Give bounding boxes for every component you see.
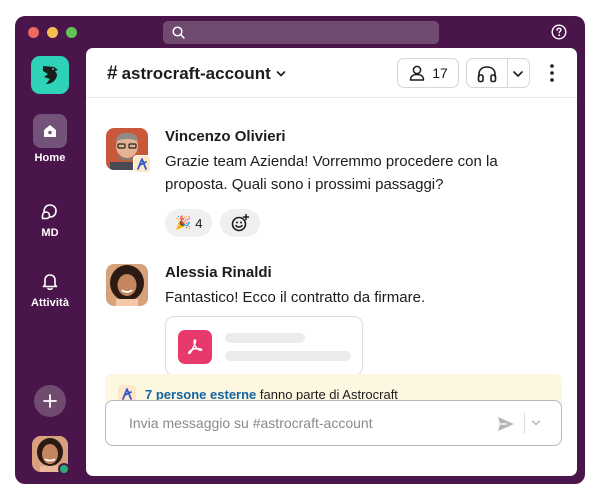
title-bar <box>15 16 585 48</box>
sidebar-item-activity[interactable]: Attività <box>15 269 85 309</box>
workspace-sidebar: Home MD Attività <box>15 48 85 484</box>
nav-icon-container <box>33 199 67 223</box>
message-author[interactable]: Alessia Rinaldi <box>165 264 272 281</box>
direct-messages-icon <box>41 204 57 220</box>
divider <box>524 413 525 434</box>
app-window: Home MD Attività # astrocraft-account 17… <box>15 16 585 484</box>
minimize-window-button[interactable] <box>47 27 58 38</box>
chevron-down-icon[interactable] <box>531 419 541 427</box>
plus-icon <box>43 394 57 408</box>
more-options-icon[interactable] <box>546 62 558 84</box>
zoom-window-button[interactable] <box>66 27 77 38</box>
bird-logo-icon <box>43 66 58 84</box>
message-author[interactable]: Vincenzo Olivieri <box>165 128 286 145</box>
hash-icon: # <box>107 63 118 84</box>
search-icon <box>172 26 185 39</box>
channel-title: astrocraft-account <box>121 64 271 83</box>
send-icon[interactable] <box>496 414 516 434</box>
file-meta-placeholder <box>225 351 351 361</box>
message-text: Fantastico! Ecco il contratto da firmare… <box>165 289 426 306</box>
add-button[interactable] <box>34 385 66 417</box>
member-count: 17 <box>432 65 448 81</box>
presence-indicator <box>58 463 70 475</box>
sidebar-item-home[interactable]: Home <box>15 114 85 164</box>
avatar[interactable] <box>106 264 148 306</box>
chevron-down-icon[interactable] <box>512 69 524 79</box>
huddle-button[interactable] <box>466 58 530 88</box>
message-item: Alessia Rinaldi Fantastico! Ecco il cont… <box>106 264 566 384</box>
message-input[interactable] <box>106 401 486 445</box>
sidebar-item-label: Attività <box>30 297 70 309</box>
help-icon[interactable] <box>551 24 567 40</box>
channel-name-button[interactable]: # astrocraft-account <box>107 63 286 85</box>
add-emoji-icon <box>232 213 250 232</box>
astrocraft-logo-icon <box>122 388 132 400</box>
acrobat-icon <box>188 339 203 355</box>
sidebar-item-label: Home <box>34 152 66 164</box>
astrocraft-logo-icon <box>137 158 147 170</box>
channel-header: # astrocraft-account 17 <box>86 48 577 98</box>
user-photo <box>106 264 148 306</box>
reaction-pill[interactable]: 🎉 4 <box>165 209 213 237</box>
sidebar-item-label: MD <box>41 227 59 239</box>
close-window-button[interactable] <box>28 27 39 38</box>
home-icon <box>44 125 56 137</box>
workspace-logo[interactable] <box>31 56 69 94</box>
file-name-placeholder <box>225 333 305 343</box>
members-button[interactable]: 17 <box>397 58 459 88</box>
person-icon <box>409 65 425 81</box>
search-bar[interactable] <box>163 21 439 44</box>
headphones-icon <box>477 66 497 83</box>
channel-view: # astrocraft-account 17 Vincenzo Olivier… <box>86 48 577 476</box>
chevron-down-icon <box>276 71 286 77</box>
divider <box>507 59 508 87</box>
reactions-row: 🎉 4 <box>165 209 261 237</box>
bell-icon <box>42 274 58 291</box>
add-reaction-button[interactable] <box>220 209 261 237</box>
file-attachment[interactable] <box>165 316 363 376</box>
nav-icon-container <box>33 269 67 293</box>
message-item: Vincenzo Olivieri Grazie team Azienda! V… <box>106 128 566 238</box>
message-composer <box>105 400 562 446</box>
message-text: Grazie team Azienda! Vorremmo procedere … <box>165 153 498 193</box>
nav-icon-container <box>33 114 67 148</box>
pdf-icon <box>178 330 212 364</box>
external-org-badge <box>133 155 151 173</box>
sidebar-item-dms[interactable]: MD <box>15 199 85 239</box>
party-popper-icon: 🎉 <box>175 215 192 230</box>
reaction-count: 4 <box>195 215 203 231</box>
